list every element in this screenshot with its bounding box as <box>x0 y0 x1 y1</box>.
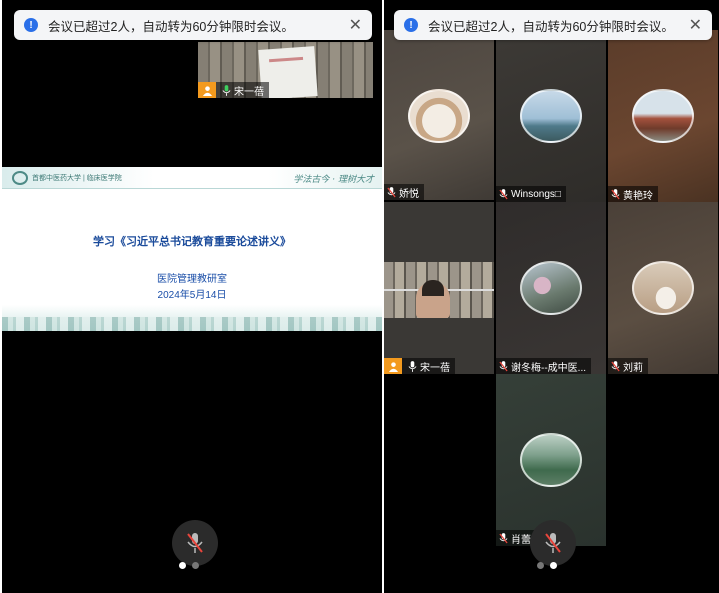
close-icon[interactable]: ✕ <box>689 15 702 35</box>
host-icon <box>198 82 216 98</box>
lake-avatar <box>520 433 582 487</box>
shared-screen-slide: 首都中医药大学 | 临床医学院 学法古今 · 理树大才 学习《习近平总书记教育重… <box>2 167 382 331</box>
participant-name-tag: 黄艳玲 <box>608 186 658 202</box>
university-logo-icon <box>12 171 28 185</box>
time-limit-notice: ! 会议已超过2人，自动转为60分钟限时会议。 ✕ <box>394 10 712 40</box>
participant-name: 黄艳玲 <box>623 190 653 202</box>
mute-button[interactable] <box>172 520 218 566</box>
mic-icon <box>611 188 620 200</box>
participant-name-tag: Winsongs□ <box>496 186 566 202</box>
slide-title: 学习《习近平总书记教育重要论述讲义》 <box>93 236 291 248</box>
mic-icon <box>611 360 620 372</box>
participant-name: 宋一蓓 <box>420 362 450 374</box>
mic-muted-icon <box>545 533 561 553</box>
participant-video-person <box>416 280 450 318</box>
participant-name: 肖蕾 <box>511 534 531 546</box>
mic-icon <box>499 532 508 544</box>
self-name-tag: 宋一蓓 <box>198 82 269 98</box>
mic-icon <box>499 360 508 372</box>
coffee-avatar <box>408 89 470 143</box>
participant-name-tag: 娇悦 <box>384 184 424 200</box>
participant-name: 谢冬梅--成中医... <box>511 362 586 374</box>
time-limit-notice: ! 会议已超过2人，自动转为60分钟限时会议。 ✕ <box>14 10 372 40</box>
page-dot-2[interactable] <box>550 562 557 569</box>
info-icon: ! <box>404 18 418 32</box>
participant-tile[interactable]: 娇悦 <box>384 30 494 200</box>
participant-name: Winsongs□ <box>511 188 561 200</box>
info-icon: ! <box>24 18 38 32</box>
participant-tile[interactable]: 刘莉 <box>608 202 718 374</box>
mic-icon <box>408 360 417 372</box>
participant-name: 娇悦 <box>399 188 419 200</box>
flower-avatar <box>520 261 582 315</box>
page-dot-1[interactable] <box>179 562 186 569</box>
right-meeting-view: ! 会议已超过2人，自动转为60分钟限时会议。 ✕ 娇悦 Winsongs□ 黄… <box>384 0 719 593</box>
notice-message: 会议已超过2人，自动转为60分钟限时会议。 <box>428 19 674 34</box>
mute-button[interactable] <box>530 520 576 566</box>
participant-name-tag: 谢冬梅--成中医... <box>496 358 591 374</box>
participant-name-tag: 刘莉 <box>608 358 648 374</box>
close-icon[interactable]: ✕ <box>349 15 362 35</box>
school-name: 首都中医药大学 | 临床医学院 <box>32 175 122 182</box>
page-dot-2[interactable] <box>192 562 199 569</box>
participant-tile[interactable]: 谢冬梅--成中医... <box>496 202 606 374</box>
mic-icon <box>222 84 231 96</box>
slide-header: 首都中医药大学 | 临床医学院 学法古今 · 理树大才 <box>2 167 382 189</box>
ship-avatar <box>632 89 694 143</box>
participant-tile-video[interactable]: 宋一蓓 <box>384 202 494 374</box>
sky-avatar <box>520 89 582 143</box>
mic-icon <box>387 186 396 198</box>
slide-footer-campus <box>2 305 382 331</box>
mic-icon <box>499 188 508 200</box>
page-dot-1[interactable] <box>537 562 544 569</box>
girl-avatar <box>632 261 694 315</box>
page-indicator[interactable] <box>537 562 557 569</box>
self-name-label: 宋一蓓 <box>234 86 264 98</box>
slide-date: 2024年5月14日 <box>157 290 227 301</box>
participant-tile[interactable]: 黄艳玲 <box>608 30 718 202</box>
page-indicator[interactable] <box>179 562 199 569</box>
slide-department: 医院管理教研室 <box>157 274 227 285</box>
participant-name: 刘莉 <box>623 362 643 374</box>
slide-motto: 学法古今 · 理树大才 <box>293 175 374 185</box>
participant-name-tag: 宋一蓓 <box>384 358 455 374</box>
self-video-preview[interactable]: 宋一蓓 <box>198 42 373 98</box>
participant-tile[interactable]: Winsongs□ <box>496 30 606 202</box>
notice-message: 会议已超过2人，自动转为60分钟限时会议。 <box>48 19 294 34</box>
mic-muted-icon <box>187 533 203 553</box>
host-icon <box>384 358 402 374</box>
left-meeting-view: ! 会议已超过2人，自动转为60分钟限时会议。 ✕ 宋一蓓 首都中医药大学 | … <box>2 0 382 593</box>
